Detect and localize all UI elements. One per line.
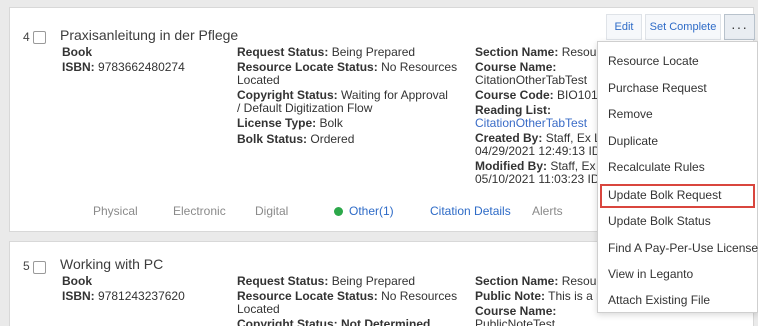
menu-item-remove[interactable]: Remove xyxy=(608,107,653,121)
more-actions-button[interactable]: ··· xyxy=(724,14,755,40)
citation-index: 4 xyxy=(23,30,30,44)
menu-item-duplicate[interactable]: Duplicate xyxy=(608,134,658,148)
isbn: ISBN: 9783662480274 xyxy=(62,60,185,74)
menu-item-purchase-request[interactable]: Purchase Request xyxy=(608,81,707,95)
request-status: Request Status: Being Prepared xyxy=(237,274,416,288)
tab-electronic[interactable]: Electronic xyxy=(173,204,226,218)
locate-status-cont: Located xyxy=(237,302,280,316)
locate-status-cont: Located xyxy=(237,73,280,87)
format-label: Book xyxy=(62,274,92,288)
tab-digital[interactable]: Digital xyxy=(255,204,288,218)
menu-item-attach-existing-file[interactable]: Attach Existing File xyxy=(608,293,710,307)
course-name: PublicNoteTest xyxy=(475,317,556,326)
modified-date: 05/10/2021 11:03:23 ID xyxy=(475,172,600,186)
created-date: 04/29/2021 12:49:13 ID xyxy=(475,144,601,158)
copyright-status-cont: / Default Digitization Flow xyxy=(237,101,373,115)
tab-alerts[interactable]: Alerts xyxy=(532,204,563,218)
public-note: Public Note: This is a nc xyxy=(475,289,609,303)
section-name: Section Name: Resourc xyxy=(475,274,607,288)
format-label: Book xyxy=(62,45,92,59)
edit-button[interactable]: Edit xyxy=(606,14,642,40)
tab-citation-details[interactable]: Citation Details xyxy=(430,204,511,218)
section-name: Section Name: Resourc xyxy=(475,45,607,59)
reading-list-link[interactable]: CitationOtherTabTest xyxy=(475,117,587,130)
copyright-status: Copyright Status: Not Determined xyxy=(237,317,431,326)
menu-item-recalculate-rules[interactable]: Recalculate Rules xyxy=(608,160,705,174)
request-status: Request Status: Being Prepared xyxy=(237,45,416,59)
citation-index: 5 xyxy=(23,259,30,273)
menu-item-update-bolk-request[interactable]: Update Bolk Request xyxy=(608,188,721,202)
tab-other[interactable]: Other(1) xyxy=(334,204,394,218)
license-type: License Type: Bolk xyxy=(237,116,343,130)
citation-checkbox[interactable] xyxy=(33,261,46,274)
actions-menu: Resource Locate Purchase Request Remove … xyxy=(597,41,758,313)
course-name: CitationOtherTabTest xyxy=(475,73,588,87)
menu-item-update-bolk-status[interactable]: Update Bolk Status xyxy=(608,214,711,228)
menu-item-find-pay-per-use[interactable]: Find A Pay-Per-Use License xyxy=(608,241,758,255)
citation-title[interactable]: Working with PC xyxy=(60,256,163,272)
set-complete-button[interactable]: Set Complete xyxy=(645,14,721,40)
menu-item-view-in-leganto[interactable]: View in Leganto xyxy=(608,267,693,281)
citation-checkbox[interactable] xyxy=(33,31,46,44)
tab-physical[interactable]: Physical xyxy=(93,204,138,218)
bolk-status: Bolk Status: Ordered xyxy=(237,132,355,146)
status-dot-icon xyxy=(334,207,343,216)
isbn: ISBN: 9781243237620 xyxy=(62,289,185,303)
menu-item-resource-locate[interactable]: Resource Locate xyxy=(608,54,699,68)
citation-title[interactable]: Praxisanleitung in der Pflege xyxy=(60,27,238,43)
course-code: Course Code: BIO101 xyxy=(475,88,598,102)
